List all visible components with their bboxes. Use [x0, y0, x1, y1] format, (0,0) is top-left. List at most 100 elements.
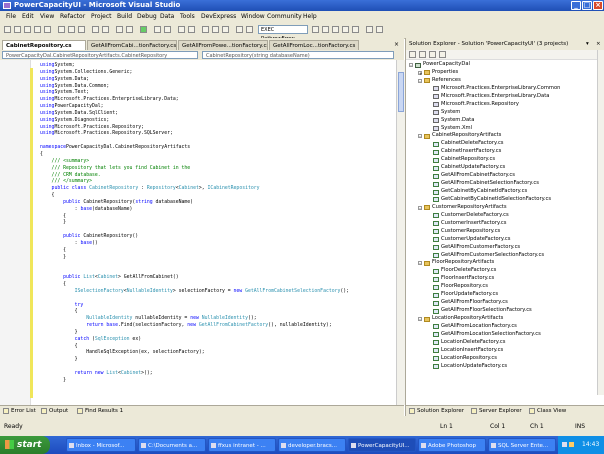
close-tab-icon[interactable]: × — [394, 41, 399, 48]
solution-explorer-scrollbar[interactable] — [597, 50, 604, 395]
tree-item[interactable]: CabinetRepository.cs — [406, 156, 604, 164]
type-dropdown[interactable]: PowerCapacityDal.CabinetRepositoryArtifa… — [2, 51, 198, 59]
object-browser-icon[interactable] — [212, 26, 219, 33]
scrollbar-thumb[interactable] — [398, 72, 404, 112]
menu-project[interactable]: Project — [91, 13, 112, 20]
tree-item[interactable]: CustomerInsertFactory.cs — [406, 220, 604, 228]
minimize-button[interactable]: _ — [571, 1, 581, 10]
tree-item[interactable]: Microsoft.Practices.EnterpriseLibrary.Co… — [406, 85, 604, 93]
tree-item[interactable]: FloorDeleteFactory.cs — [406, 267, 604, 275]
code-line[interactable]: { — [40, 152, 349, 159]
pin-icon[interactable]: ▾ — [586, 38, 589, 50]
collapse-icon[interactable]: - — [418, 134, 422, 139]
tree-item[interactable]: + Properties — [406, 69, 604, 77]
tree-item[interactable]: - CustomerRepositoryArtifacts — [406, 204, 604, 212]
code-line[interactable]: } — [40, 378, 349, 385]
menu-window[interactable]: Window — [241, 13, 265, 20]
code-line[interactable]: public CabinetRepository(string database… — [40, 200, 349, 207]
tree-item[interactable]: System.Xml — [406, 125, 604, 133]
find-in-files-icon[interactable] — [188, 26, 195, 33]
tree-item[interactable]: GetAllFromFloorFactory.cs — [406, 299, 604, 307]
code-line[interactable]: HandleSqlException(ex, selectionFactory)… — [40, 350, 349, 357]
maximize-button[interactable]: □ — [582, 1, 592, 10]
start-button[interactable]: start — [0, 436, 50, 454]
expand-icon[interactable]: + — [418, 70, 422, 75]
tree-item[interactable]: CustomerUpdateFactory.cs — [406, 236, 604, 244]
code-line[interactable]: usingSystem; — [40, 63, 349, 70]
add-item-icon[interactable] — [14, 26, 21, 33]
code-line[interactable]: } — [40, 330, 349, 337]
refresh-icon[interactable] — [429, 51, 436, 58]
toolbox-icon[interactable] — [222, 26, 229, 33]
comment-icon[interactable] — [322, 26, 329, 33]
member-dropdown[interactable]: CabinetRepository(string databaseName) — [202, 51, 394, 59]
tree-item[interactable]: GetCabinetByCabinetIdFactory.cs — [406, 188, 604, 196]
menu-edit[interactable]: Edit — [22, 13, 34, 20]
close-panel-icon[interactable]: × — [596, 38, 601, 50]
code-line[interactable]: : base(databaseName) — [40, 207, 349, 214]
code-line[interactable]: ISelectionFactory<NullableIdentity> sele… — [40, 289, 349, 296]
code-line[interactable]: return base.Find(selectionFactory, new G… — [40, 323, 349, 330]
code-line[interactable] — [40, 364, 349, 371]
tab-output[interactable]: Output — [40, 407, 74, 415]
tree-item[interactable]: GetCabinetByCabinetIdSelectionFactory.cs — [406, 196, 604, 204]
taskbar-item[interactable]: ffxus intranet - ... — [208, 438, 276, 452]
editor-tab[interactable]: GetAllFromLoc...tionFactory.cs — [269, 40, 359, 50]
tree-item[interactable]: - FloorRepositoryArtifacts — [406, 259, 604, 267]
code-line[interactable]: usingSystem.Collections.Generic; — [40, 70, 349, 77]
properties-icon[interactable] — [409, 51, 416, 58]
tree-item[interactable]: CabinetInsertFactory.cs — [406, 148, 604, 156]
tree-item[interactable]: GetAllFromCustomerSelectionFactory.cs — [406, 252, 604, 260]
tab-error-list[interactable]: Error List — [2, 407, 38, 415]
code-line[interactable]: usingSystem.Diagnostics; — [40, 118, 349, 125]
tree-item[interactable]: - PowerCapacityDal — [406, 61, 604, 69]
volume-icon[interactable] — [569, 442, 574, 447]
taskbar-item[interactable]: developer.bracs... — [278, 438, 346, 452]
menu-devexpress[interactable]: DevExpress — [201, 13, 236, 20]
tree-item[interactable]: GetAllFromLocationFactory.cs — [406, 323, 604, 331]
view-code-icon[interactable] — [439, 51, 446, 58]
editor-tab[interactable]: GetAllFromCabi...tionFactory.cs — [87, 40, 177, 50]
code-line[interactable] — [40, 261, 349, 268]
outdent-icon[interactable] — [352, 26, 359, 33]
code-line[interactable]: } — [40, 357, 349, 364]
tree-item[interactable]: - CabinetRepositoryArtifacts — [406, 132, 604, 140]
tree-item[interactable]: LocationUpdateFactory.cs — [406, 363, 604, 371]
menu-tools[interactable]: Tools — [180, 13, 195, 20]
code-line[interactable]: usingSystem.Data.SqlClient; — [40, 111, 349, 118]
tab-server-explorer[interactable]: Server Explorer — [470, 407, 524, 415]
network-icon[interactable] — [562, 442, 567, 447]
tree-item[interactable]: LocationInsertFactory.cs — [406, 347, 604, 355]
code-line[interactable]: public CabinetRepository() — [40, 234, 349, 241]
tree-item[interactable]: GetAllFromCabinetFactory.cs — [406, 172, 604, 180]
platform-icon[interactable] — [164, 26, 171, 33]
taskbar-item[interactable]: Adobe Photoshop — [418, 438, 486, 452]
taskbar-item[interactable]: SQL Server Ente... — [488, 438, 556, 452]
code-editor[interactable]: usingSystem; usingSystem.Collections.Gene… — [0, 60, 405, 405]
solution-config-icon[interactable] — [154, 26, 161, 33]
code-line[interactable] — [40, 296, 349, 303]
code-line[interactable]: usingSystem.Data; — [40, 77, 349, 84]
tree-item[interactable]: LocationRepository.cs — [406, 355, 604, 363]
code-line[interactable]: } — [40, 255, 349, 262]
cut-icon[interactable] — [58, 26, 65, 33]
save-icon[interactable] — [34, 26, 41, 33]
tree-item[interactable]: Microsoft.Practices.EnterpriseLibrary.Da… — [406, 93, 604, 101]
redo-icon[interactable] — [102, 26, 109, 33]
combo-dropdown-icon[interactable] — [312, 26, 319, 33]
find-icon[interactable] — [178, 26, 185, 33]
code-line[interactable]: try — [40, 303, 349, 310]
tree-item[interactable]: System — [406, 109, 604, 117]
save-all-icon[interactable] — [44, 26, 51, 33]
show-all-files-icon[interactable] — [419, 51, 426, 58]
editor-vertical-scrollbar[interactable] — [396, 60, 405, 405]
collapse-icon[interactable]: - — [409, 63, 413, 68]
menu-file[interactable]: File — [6, 13, 16, 20]
tree-item[interactable]: GetAllFromCustomerFactory.cs — [406, 244, 604, 252]
uncomment-icon[interactable] — [332, 26, 339, 33]
tree-item[interactable]: Microsoft.Practices.Repository — [406, 101, 604, 109]
indent-icon[interactable] — [342, 26, 349, 33]
copy-icon[interactable] — [68, 26, 75, 33]
find-combo[interactable]: EXEC RethrowError; — [258, 25, 308, 42]
menu-view[interactable]: View — [40, 13, 54, 20]
